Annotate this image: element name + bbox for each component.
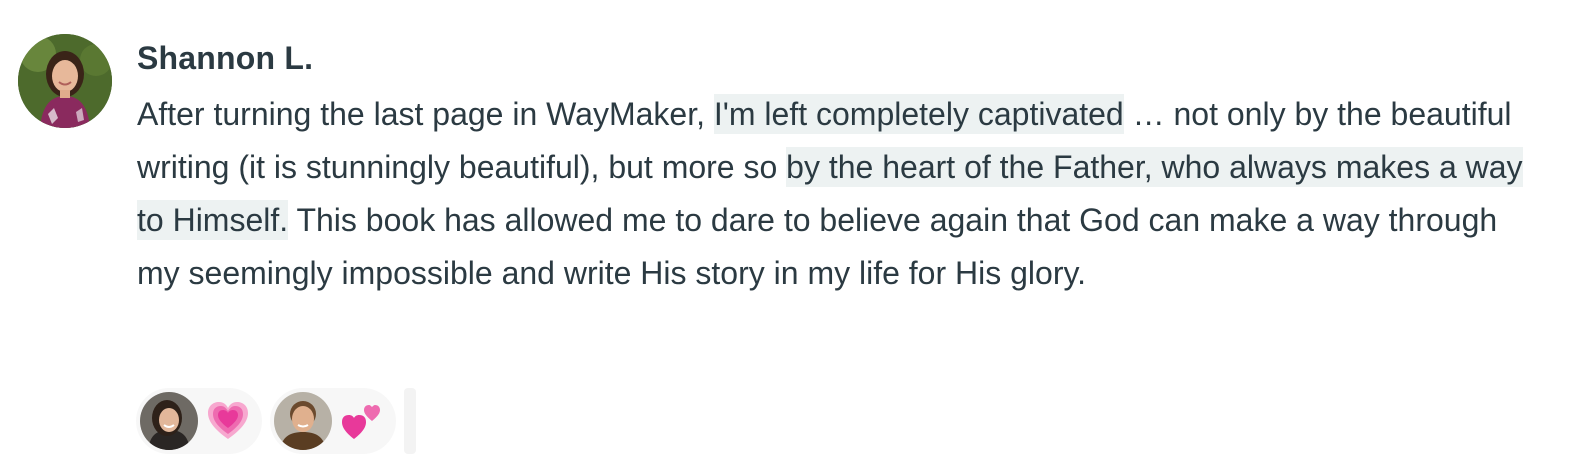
reactor-avatar-image: [274, 392, 332, 450]
reaction-growing-heart[interactable]: [136, 388, 262, 454]
reaction-two-hearts[interactable]: [270, 388, 396, 454]
author-avatar-image: [18, 34, 112, 128]
highlighted-text[interactable]: I'm left completely captivated: [713, 94, 1124, 134]
comment-text: After turning the last page in WayMaker,: [137, 96, 714, 132]
growing-heart-icon: [208, 402, 248, 439]
reactor-avatar: [140, 392, 198, 450]
comment: Shannon L. After turning the last page i…: [0, 0, 1594, 476]
two-hearts-icon: [342, 405, 380, 439]
reactor-avatar-image: [140, 392, 198, 450]
comment-body: After turning the last page in WayMaker,…: [137, 88, 1527, 300]
reactor-avatar: [274, 392, 332, 450]
reactions-bar: [136, 388, 416, 454]
add-reaction-button[interactable]: [404, 388, 416, 454]
comment-text: This book has allowed me to dare to beli…: [137, 202, 1498, 291]
author-name[interactable]: Shannon L.: [137, 40, 313, 77]
author-avatar[interactable]: [18, 34, 112, 128]
